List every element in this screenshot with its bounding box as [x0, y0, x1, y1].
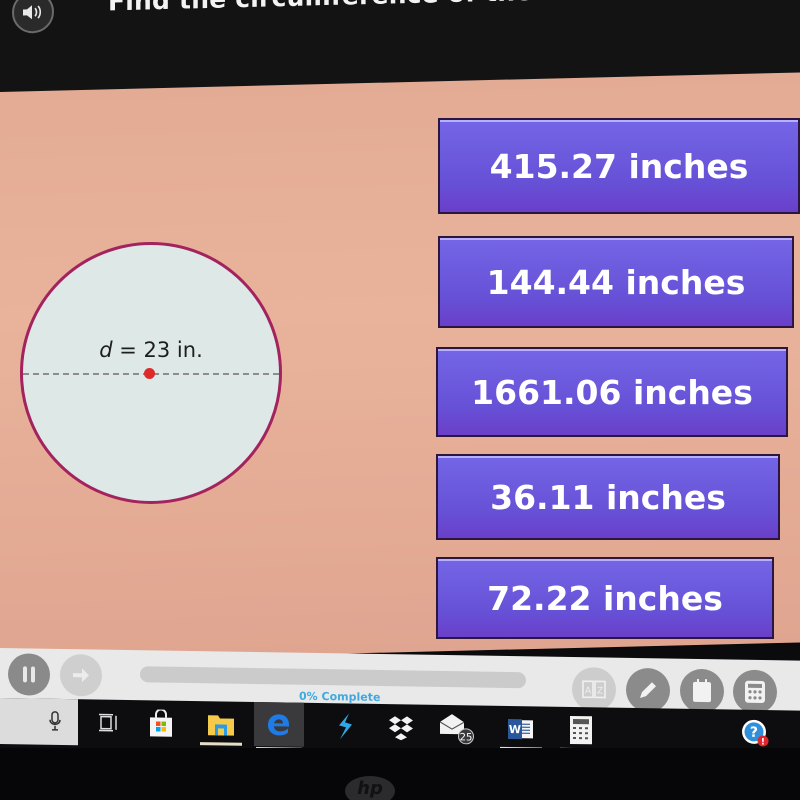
app-bolt-button[interactable] — [322, 709, 368, 744]
cortana-search[interactable] — [0, 698, 78, 746]
help-button[interactable]: ? ! — [732, 715, 778, 750]
speaker-button[interactable] — [12, 0, 54, 34]
svg-text:W: W — [509, 723, 521, 736]
answer-option-1[interactable]: 415.27 inches — [438, 118, 800, 214]
edge-icon — [268, 714, 289, 736]
progress-bar — [140, 666, 526, 689]
dropbox-button[interactable] — [378, 710, 424, 745]
svg-text:!: ! — [761, 737, 765, 747]
answer-option-3[interactable]: 1661.06 inches — [436, 347, 788, 437]
store-button[interactable] — [138, 706, 184, 741]
svg-text:A: A — [585, 686, 592, 696]
answer-option-4[interactable]: 36.11 inches — [436, 454, 780, 540]
word-icon: W — [508, 718, 533, 740]
laptop-bezel — [0, 748, 800, 800]
task-view-icon — [99, 713, 117, 732]
circle-figure: d = 23 in. — [20, 242, 282, 504]
glossary-icon: A Z — [582, 680, 606, 699]
arrow-right-icon — [73, 668, 89, 683]
answer-option-2[interactable]: 144.44 inches — [438, 236, 794, 328]
speaker-icon — [23, 5, 42, 20]
file-explorer-icon — [208, 715, 234, 736]
svg-text:?: ? — [750, 725, 758, 741]
dropbox-icon — [389, 716, 413, 741]
progress-label: 0% Complete — [299, 689, 381, 704]
microphone-icon — [49, 711, 61, 731]
edge-button[interactable] — [254, 701, 304, 751]
pause-button[interactable] — [8, 653, 50, 696]
pause-icon — [23, 666, 35, 683]
running-indicator — [200, 742, 242, 746]
glossary-button[interactable]: A Z — [572, 666, 616, 712]
pencil-icon — [640, 682, 656, 699]
notepad-icon — [693, 678, 711, 703]
store-icon — [150, 709, 172, 737]
screen: Find the circumference of the circle. d … — [0, 0, 800, 800]
svg-text:Z: Z — [597, 686, 603, 696]
app-bolt-icon — [339, 713, 352, 740]
mail-button[interactable]: 25 — [434, 711, 480, 746]
word-button[interactable]: W — [498, 712, 544, 751]
mail-badge: 25 — [460, 732, 473, 743]
task-view-button[interactable] — [86, 705, 132, 740]
diameter-variable: d — [99, 338, 113, 362]
next-button[interactable] — [60, 653, 102, 697]
calculator-app-icon — [570, 715, 592, 745]
mail-icon: 25 — [439, 714, 474, 745]
pencil-button[interactable] — [626, 667, 670, 713]
calculator-app-button[interactable] — [558, 713, 604, 752]
question-text: Find the circumference of the circle. — [108, 0, 628, 16]
calculator-button[interactable] — [733, 669, 777, 715]
answer-option-5[interactable]: 72.22 inches — [436, 557, 774, 639]
calculator-icon — [745, 680, 765, 703]
file-explorer-button[interactable] — [198, 707, 244, 746]
help-icon: ? ! — [742, 719, 769, 748]
diameter-value: = 23 in. — [112, 338, 203, 362]
diameter-label: d = 23 in. — [20, 338, 282, 362]
center-point — [144, 368, 155, 379]
hp-logo: hp — [345, 776, 395, 800]
notepad-button[interactable] — [680, 668, 724, 714]
